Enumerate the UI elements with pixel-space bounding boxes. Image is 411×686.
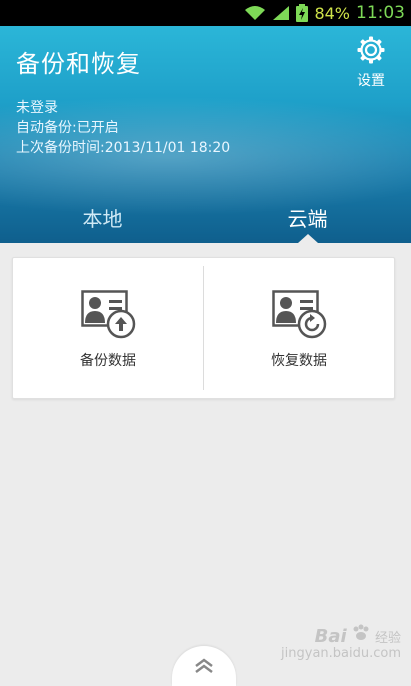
page-title: 备份和恢复 [16, 50, 141, 78]
watermark-sub1: 经验 [374, 631, 401, 646]
watermark-main: Bai [314, 626, 347, 647]
battery-icon [296, 4, 309, 22]
restore-data-button[interactable]: 恢复数据 [204, 258, 394, 398]
action-card: 备份数据 恢复数据 [12, 257, 395, 399]
expand-handle[interactable] [172, 646, 236, 686]
settings-button[interactable]: 设置 [349, 36, 393, 90]
tab-local[interactable]: 本地 [0, 203, 205, 232]
baidu-watermark: Bai 经验 jingyan.baidu.com [281, 624, 401, 661]
status-bar-right: 84% 11:03 [244, 0, 405, 26]
gear-icon [357, 36, 385, 68]
signal-icon [272, 5, 290, 21]
last-backup-time: 上次备份时间:2013/11/01 18:20 [16, 140, 231, 156]
status-bar: 84% 11:03 [0, 0, 411, 26]
backup-info: 未登录 自动备份:已开启 上次备份时间:2013/11/01 18:20 [16, 98, 230, 158]
backup-data-button[interactable]: 备份数据 [13, 258, 203, 398]
contact-upload-icon [81, 290, 137, 344]
selected-tab-indicator [298, 234, 318, 243]
double-chevron-up-icon [192, 656, 216, 678]
tab-bar: 本地 云端 [0, 193, 411, 243]
tab-cloud[interactable]: 云端 [205, 203, 410, 232]
backup-data-label: 备份数据 [80, 353, 136, 369]
contact-restore-icon [272, 290, 328, 344]
settings-label: 设置 [357, 73, 385, 89]
clock: 11:03 [356, 3, 405, 23]
login-status[interactable]: 未登录 [16, 98, 230, 118]
restore-data-label: 恢复数据 [271, 353, 327, 369]
auto-backup-status: 自动备份:已开启 [16, 120, 119, 136]
paw-icon [351, 624, 375, 646]
header: 备份和恢复 设置 未登录 自动备份:已开启 上次备份时间:2013/11/01 … [0, 26, 411, 243]
watermark-sub2: jingyan.baidu.com [281, 646, 401, 661]
wifi-icon [244, 5, 266, 21]
battery-percent: 84% [314, 3, 350, 23]
